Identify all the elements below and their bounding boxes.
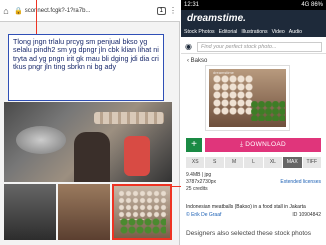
size-l[interactable]: L (244, 157, 263, 168)
status-time: 12:31 (184, 2, 200, 8)
credits: 25 credits (186, 186, 208, 192)
meatball-row (94, 112, 164, 124)
url-bar[interactable]: sconnect.fcgk?-1?ra7b... (25, 8, 91, 14)
main-photo (4, 102, 172, 182)
size-tiff[interactable]: TIFF (302, 157, 321, 168)
size-selector: XS S M L XL MAX TIFF (186, 157, 321, 168)
eye-icon[interactable]: ◉ (185, 42, 197, 51)
browser-toolbar: ⌂ 🔒 sconnect.fcgk?-1?ra7b... 1 ⋮ (0, 0, 180, 22)
author-name: Erik De Graaf (191, 212, 222, 218)
meatballs (213, 75, 253, 115)
photo-id: ID 10904842 (292, 212, 321, 218)
related-heading: Designers also selected these stock phot… (186, 230, 312, 237)
tab-stock-photos[interactable]: Stock Photos (184, 29, 215, 35)
status-bar: 12:31 4G 86% (181, 0, 326, 10)
red-cloth (124, 136, 150, 176)
size-xs[interactable]: XS (186, 157, 205, 168)
category-tabs: Stock Photos Editorial Illustrations Vid… (181, 27, 326, 37)
tab-audio[interactable]: Audio (289, 29, 302, 35)
extended-licenses-link[interactable]: Extended licenses (280, 179, 321, 186)
size-m[interactable]: M (224, 157, 244, 168)
breadcrumb-label: Bakso (190, 58, 208, 64)
action-row: + ⤓ DOWNLOAD (186, 138, 321, 152)
site-logo[interactable]: dreamstime. (187, 13, 246, 24)
greens (251, 101, 285, 121)
size-xl[interactable]: XL (263, 157, 283, 168)
home-icon[interactable]: ⌂ (0, 6, 12, 16)
meatballs (118, 190, 168, 220)
stock-photo-image: dreamstime (209, 69, 286, 127)
tabs-count-badge[interactable]: 1 (156, 6, 166, 15)
size-max[interactable]: MAX (283, 157, 302, 168)
file-size: 9.4MB | jpg (186, 172, 212, 178)
tab-editorial[interactable]: Editorial (219, 29, 238, 35)
author-row: © Erik De Graaf ID 10904842 (186, 212, 321, 218)
file-info: 9.4MB | jpg 3787x2730px Extended licenses… (186, 172, 321, 193)
pot (16, 126, 66, 154)
left-panel: ⌂ 🔒 sconnect.fcgk?-1?ra7b... 1 ⋮ Tlong j… (0, 0, 180, 245)
download-button[interactable]: ⤓ DOWNLOAD (205, 138, 321, 152)
thumb-photo-2 (58, 184, 110, 240)
size-s[interactable]: S (205, 157, 224, 168)
connector-line-top (36, 0, 37, 34)
search-input[interactable]: Find your perfect stock photo... (197, 41, 322, 52)
add-to-lightbox-button[interactable]: + (186, 138, 202, 152)
tab-video[interactable]: Video (272, 29, 285, 35)
photo-description: Indonesian meatballs (Bakso) in a food s… (186, 204, 306, 210)
site-header: dreamstime. (181, 10, 326, 27)
watermark: dreamstime (213, 70, 234, 75)
author-link[interactable]: © Erik De Graaf (186, 212, 221, 218)
status-signal: 4G 86% (301, 2, 323, 8)
thumb-photo-1 (4, 184, 56, 240)
search-row: ◉ Find your perfect stock photo... (181, 40, 326, 54)
caption-note: Tlong jngn trlalu prcyg sm penjual bkso … (8, 34, 164, 101)
menu-icon[interactable]: ⋮ (169, 6, 177, 15)
tab-illustrations[interactable]: Illustrations (241, 29, 267, 35)
thumb-photo-3-highlighted (112, 184, 172, 240)
stock-photo[interactable]: dreamstime (205, 65, 290, 131)
greens (120, 218, 166, 234)
download-label: DOWNLOAD (245, 141, 286, 148)
lock-icon: 🔒 (14, 7, 23, 15)
file-dimensions: 3787x2730px (186, 179, 217, 185)
person (74, 132, 110, 182)
